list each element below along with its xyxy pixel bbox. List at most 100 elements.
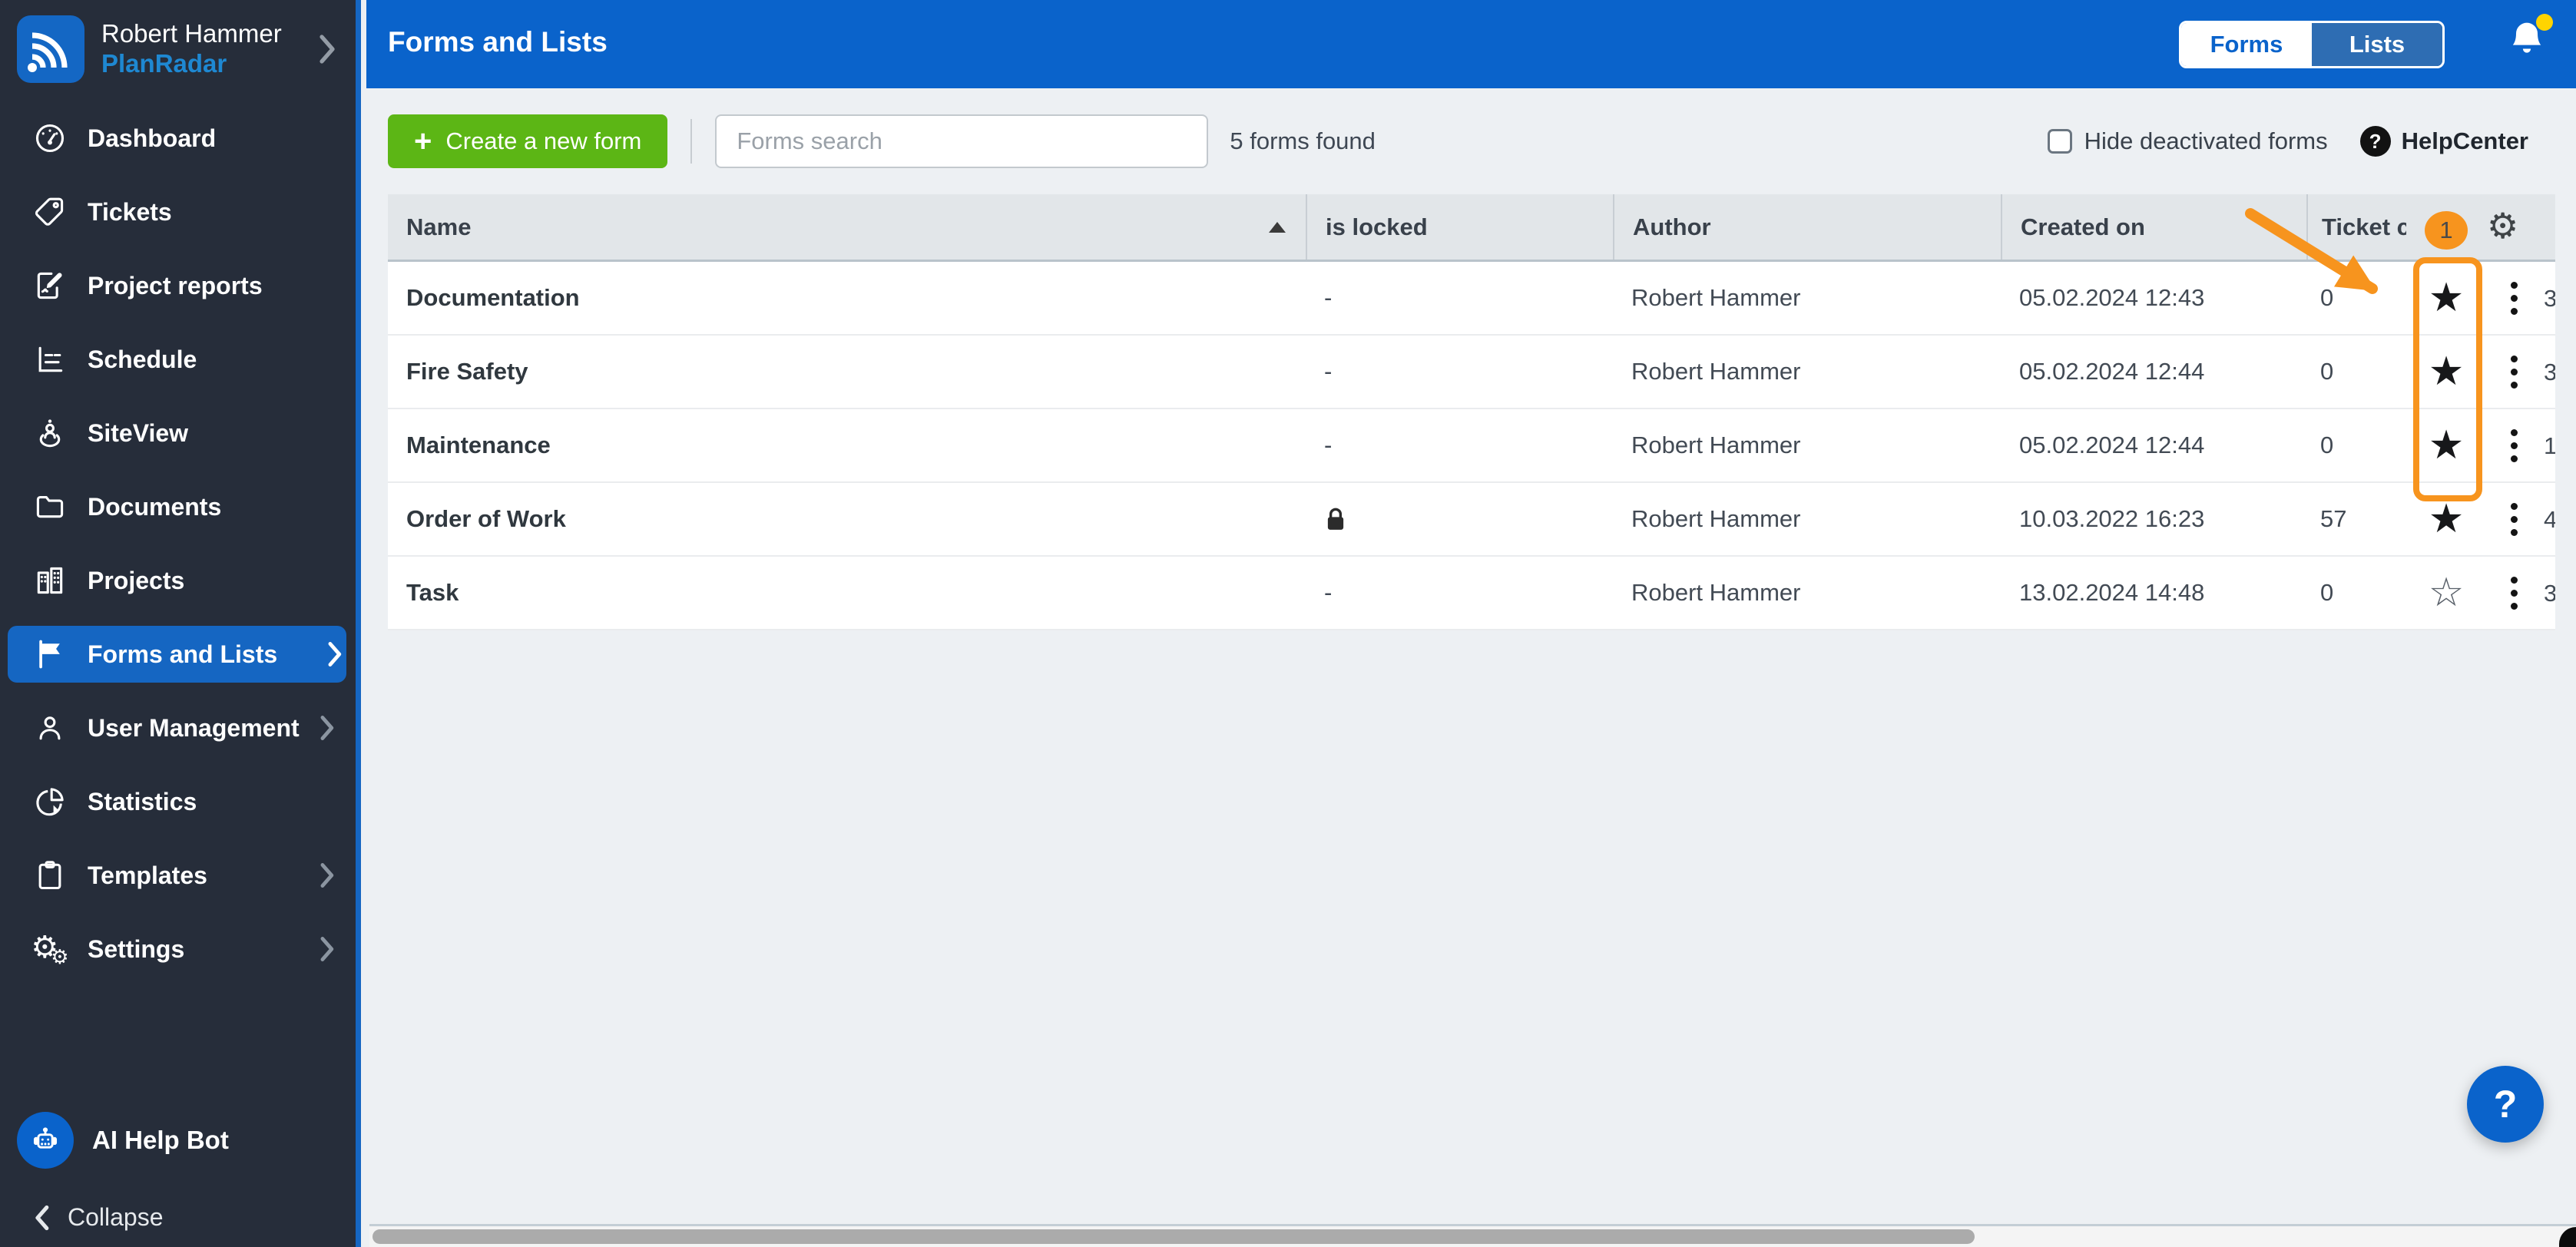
- report-pencil-icon: [32, 268, 68, 303]
- planradar-logo-icon: [17, 15, 84, 83]
- created-on-value: 05.02.2024 12:44: [2019, 358, 2205, 385]
- row-menu-kebab-icon[interactable]: [2511, 576, 2518, 610]
- sidebar-item-label: Documents: [88, 492, 222, 521]
- sidebar: Robert Hammer PlanRadar Dashboard Ticket…: [0, 0, 361, 1247]
- user-name: Robert Hammer: [101, 19, 282, 48]
- hide-deactivated-checkbox[interactable]: [2047, 129, 2072, 154]
- hide-deactivated-label: Hide deactivated forms: [2084, 127, 2328, 154]
- form-name: Maintenance: [406, 432, 551, 458]
- clipboard-icon: [32, 858, 68, 893]
- clipped-column-value: 3: [2544, 285, 2555, 312]
- chevron-right-icon: [320, 937, 334, 961]
- collapse-sidebar-button[interactable]: Collapse: [32, 1203, 164, 1232]
- created-on-value: 10.03.2022 16:23: [2019, 505, 2205, 532]
- author-value: Robert Hammer: [1631, 579, 1801, 606]
- sidebar-item-project-reports[interactable]: Project reports: [0, 249, 356, 322]
- is-locked-value: -: [1324, 358, 1333, 385]
- forms-search-input[interactable]: [715, 114, 1209, 168]
- ticket-tag-icon: [32, 194, 68, 230]
- form-name: Fire Safety: [406, 358, 528, 385]
- user-account-switcher[interactable]: Robert Hammer PlanRadar: [0, 0, 356, 98]
- main-content: Forms and Lists Forms Lists + Create a n…: [366, 0, 2576, 1247]
- chevron-right-icon: [320, 863, 334, 888]
- table-row[interactable]: Order of Work Robert Hammer 10.03.2022 1…: [388, 483, 2555, 557]
- create-new-form-button[interactable]: + Create a new form: [388, 114, 668, 168]
- table-row[interactable]: Task - Robert Hammer 13.02.2024 14:48 0 …: [388, 557, 2555, 630]
- table-row[interactable]: Maintenance - Robert Hammer 05.02.2024 1…: [388, 409, 2555, 483]
- sidebar-item-label: Settings: [88, 934, 185, 963]
- collapse-label: Collapse: [68, 1203, 164, 1231]
- toolbar-divider: [690, 119, 693, 164]
- sidebar-item-documents[interactable]: Documents: [0, 470, 356, 544]
- column-header-name[interactable]: Name: [388, 194, 1306, 260]
- column-header-ticket-count[interactable]: Ticket count: [2306, 194, 2406, 260]
- sidebar-item-templates[interactable]: Templates: [0, 838, 356, 912]
- schedule-gantt-icon: [32, 342, 68, 377]
- column-header-author[interactable]: Author: [1613, 194, 2001, 260]
- results-count: 5 forms found: [1230, 127, 1376, 154]
- lock-icon: [1327, 508, 1344, 530]
- table-row[interactable]: Fire Safety - Robert Hammer 05.02.2024 1…: [388, 336, 2555, 409]
- column-header-created-on[interactable]: Created on: [2001, 194, 2306, 260]
- favorite-star-icon[interactable]: ★: [2429, 425, 2465, 465]
- favorite-star-icon[interactable]: ★: [2429, 352, 2465, 392]
- author-value: Robert Hammer: [1631, 284, 1801, 311]
- ai-help-bot-button[interactable]: AI Help Bot: [17, 1112, 229, 1169]
- column-header-is-locked[interactable]: is locked: [1306, 194, 1613, 260]
- tab-lists[interactable]: Lists: [2312, 23, 2442, 66]
- sidebar-item-projects[interactable]: Projects: [0, 544, 356, 617]
- sidebar-item-forms-and-lists[interactable]: Forms and Lists: [0, 617, 356, 691]
- favorite-star-icon[interactable]: ★: [2429, 278, 2465, 318]
- column-settings-gear-icon[interactable]: ⚙: [2487, 208, 2518, 243]
- sidebar-item-label: Templates: [88, 861, 207, 889]
- favorite-star-icon[interactable]: ★: [2429, 499, 2465, 539]
- sidebar-item-label: Forms and Lists: [88, 640, 278, 668]
- sidebar-item-dashboard[interactable]: Dashboard: [0, 101, 356, 175]
- sidebar-item-tickets[interactable]: Tickets: [0, 175, 356, 249]
- sidebar-item-user-management[interactable]: User Management: [0, 691, 356, 765]
- sidebar-item-schedule[interactable]: Schedule: [0, 322, 356, 396]
- buildings-icon: [32, 563, 68, 598]
- help-center-label: HelpCenter: [2401, 127, 2528, 154]
- sidebar-item-label: Schedule: [88, 345, 197, 373]
- user-icon: [32, 710, 68, 746]
- is-locked-value: -: [1324, 432, 1333, 458]
- chevron-right-icon: [320, 716, 334, 740]
- row-menu-kebab-icon[interactable]: [2511, 355, 2518, 389]
- sort-ascending-icon: [1269, 221, 1286, 233]
- dashboard-icon: [32, 121, 68, 156]
- sidebar-item-label: Tickets: [88, 197, 172, 226]
- row-menu-kebab-icon[interactable]: [2511, 281, 2518, 315]
- question-mark-icon: ?: [2493, 1083, 2518, 1126]
- sidebar-item-label: Projects: [88, 566, 185, 594]
- annotation-step-badge: 1: [2425, 211, 2468, 250]
- sidebar-item-label: SiteView: [88, 418, 189, 447]
- sidebar-item-label: Statistics: [88, 787, 197, 815]
- sidebar-item-settings[interactable]: ⚙⚙ Settings: [0, 912, 356, 986]
- folder-icon: [32, 489, 68, 524]
- form-name: Documentation: [406, 284, 580, 311]
- is-locked-value: -: [1324, 284, 1333, 311]
- created-on-value: 13.02.2024 14:48: [2019, 579, 2205, 606]
- row-menu-kebab-icon[interactable]: [2511, 502, 2518, 536]
- sidebar-item-statistics[interactable]: Statistics: [0, 765, 356, 838]
- table-header-row: Name is locked Author Created on Ticket …: [388, 194, 2555, 262]
- notification-dot: [2536, 14, 2553, 31]
- create-new-form-label: Create a new form: [445, 127, 642, 154]
- row-menu-kebab-icon[interactable]: [2511, 428, 2518, 462]
- table-row[interactable]: Documentation - Robert Hammer 05.02.2024…: [388, 262, 2555, 336]
- help-center-link[interactable]: ? HelpCenter: [2359, 126, 2528, 157]
- ticket-count-value: 0: [2320, 284, 2334, 311]
- help-fab-button[interactable]: ?: [2467, 1066, 2544, 1143]
- horizontal-scrollbar-thumb[interactable]: [372, 1229, 1975, 1244]
- pie-chart-icon: [32, 784, 68, 819]
- tab-forms[interactable]: Forms: [2181, 23, 2312, 66]
- clipped-column-value: 1: [2544, 432, 2555, 459]
- sidebar-item-siteview[interactable]: SiteView: [0, 396, 356, 470]
- ai-help-bot-label: AI Help Bot: [92, 1126, 229, 1154]
- created-on-value: 05.02.2024 12:43: [2019, 284, 2205, 311]
- robot-icon: [17, 1112, 74, 1169]
- ticket-count-value: 0: [2320, 579, 2334, 606]
- favorite-star-outline-icon[interactable]: ☆: [2429, 573, 2465, 613]
- notifications-bell-button[interactable]: [2505, 14, 2553, 71]
